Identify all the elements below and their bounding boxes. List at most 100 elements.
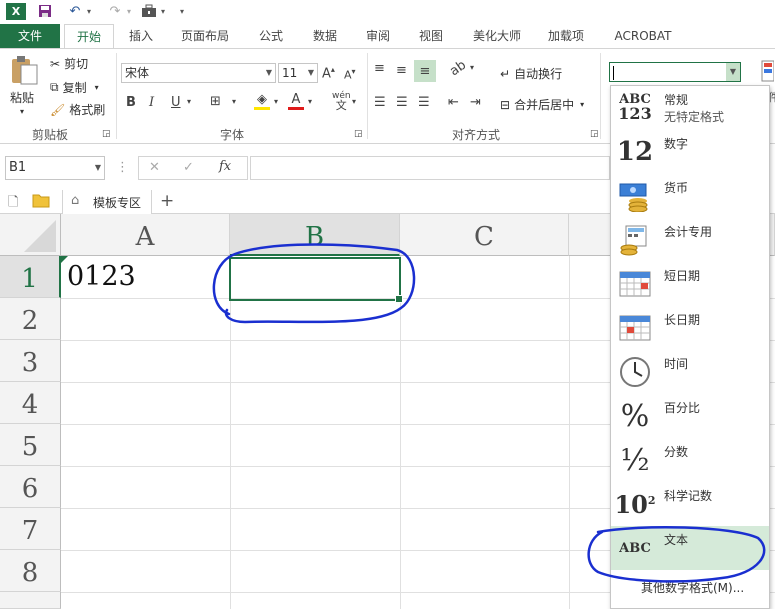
select-all-corner[interactable] [0, 214, 61, 256]
phonetic-guide-icon[interactable]: wén 文 [332, 91, 351, 112]
italic-button[interactable]: I [149, 95, 154, 110]
row-header-7[interactable]: 7 [0, 508, 61, 550]
tab-home[interactable]: 开始 [64, 24, 114, 48]
paste-button[interactable]: 粘贴 [10, 89, 34, 106]
format-option-short-date[interactable]: 短日期 [611, 262, 769, 306]
new-file-icon[interactable]: 🗋 [8, 193, 18, 215]
format-option-fraction[interactable]: ½ 分数 [611, 438, 769, 482]
bold-button[interactable]: B [126, 95, 136, 110]
save-icon[interactable] [36, 2, 54, 20]
row-header-8[interactable]: 8 [0, 550, 61, 592]
wrap-text-button[interactable]: ↵ 自动换行 [500, 65, 562, 82]
toolbox-dropdown-icon[interactable]: ▾ [158, 2, 168, 20]
format-option-long-date[interactable]: 长日期 [611, 306, 769, 350]
format-option-general[interactable]: ABC 123 常规 无特定格式 [611, 86, 769, 130]
merge-center-button[interactable]: ⊟ 合并后居中 ▾ [500, 96, 584, 113]
formula-input[interactable] [250, 156, 610, 180]
customize-qat-icon[interactable]: ▾ [176, 2, 188, 20]
toolbox-icon[interactable] [140, 2, 158, 20]
font-launcher-icon[interactable]: ◲ [354, 129, 363, 139]
border-dropdown-icon[interactable]: ▾ [232, 97, 236, 106]
grow-font-button[interactable]: A▴ [322, 65, 335, 81]
phonetic-dropdown-icon[interactable]: ▾ [352, 97, 356, 106]
redo-dropdown-icon[interactable]: ▾ [124, 2, 134, 20]
copy-button[interactable]: ⧉ 复制 ▾ [50, 79, 99, 96]
quick-access-toolbar: X ↶ ▾ ↷ ▾ ▾ ▾ [0, 0, 775, 24]
paste-dropdown-icon[interactable]: ▾ [20, 107, 24, 116]
format-option-number[interactable]: 12 数字 [611, 130, 769, 174]
underline-button[interactable]: U [171, 95, 181, 110]
fill-color-icon[interactable]: ◈ [254, 93, 270, 110]
more-options-icon[interactable]: ⋮ [116, 160, 129, 175]
chevron-down-icon[interactable]: ▼ [726, 63, 740, 81]
format-option-time[interactable]: 时间 [611, 350, 769, 394]
excel-icon[interactable]: X [6, 3, 26, 20]
merge-dropdown-icon[interactable]: ▾ [580, 100, 584, 109]
redo-icon[interactable]: ↷ [106, 2, 124, 20]
tab-acrobat[interactable]: ACROBAT [606, 24, 680, 48]
tab-addins[interactable]: 加载项 [538, 24, 594, 48]
increase-indent-icon[interactable]: ⇥ [470, 95, 481, 110]
gridline [569, 256, 570, 609]
align-bottom-icon[interactable]: ≡ [414, 60, 436, 82]
tab-view[interactable]: 视图 [408, 24, 454, 48]
tab-page-layout[interactable]: 页面布局 [172, 24, 238, 48]
insert-function-icon[interactable]: fx [219, 159, 231, 174]
border-icon[interactable]: ⊞ [210, 94, 221, 109]
tab-file[interactable]: 文件 [0, 24, 60, 48]
divider [367, 53, 368, 139]
undo-icon[interactable]: ↶ [66, 2, 84, 20]
tab-data[interactable]: 数据 [302, 24, 348, 48]
general-format-icon: ABC 123 [618, 92, 652, 123]
align-center-icon[interactable]: ☰ [396, 95, 408, 110]
paste-icon[interactable] [8, 55, 44, 85]
folder-icon[interactable] [32, 192, 50, 212]
number-format-combo[interactable]: ▼ [609, 62, 741, 82]
merge-icon: ⊟ [500, 97, 511, 112]
fill-color-dropdown-icon[interactable]: ▾ [274, 97, 278, 106]
align-right-icon[interactable]: ☰ [418, 95, 430, 110]
cut-button[interactable]: ✂ 剪切 [50, 55, 88, 72]
font-name-combo[interactable]: 宋体 ▼ [121, 63, 276, 83]
row-header-2[interactable]: 2 [0, 298, 61, 340]
name-box[interactable]: B1 ▼ [5, 156, 105, 180]
decrease-indent-icon[interactable]: ⇤ [448, 95, 459, 110]
font-group-label: 字体 [220, 128, 245, 142]
enter-icon[interactable]: ✓ [183, 160, 194, 175]
undo-dropdown-icon[interactable]: ▾ [84, 2, 94, 20]
row-header-3[interactable]: 3 [0, 340, 61, 382]
underline-dropdown-icon[interactable]: ▾ [187, 97, 191, 106]
align-top-icon[interactable]: ≡ [374, 61, 385, 76]
template-tab[interactable]: ⌂ 模板专区 [62, 190, 152, 214]
shrink-font-button[interactable]: A▾ [344, 67, 356, 82]
conditional-formatting-icon[interactable] [760, 59, 775, 85]
row-header-5[interactable]: 5 [0, 424, 61, 466]
align-middle-icon[interactable]: ≡ [396, 63, 407, 78]
format-option-percentage[interactable]: % 百分比 [611, 394, 769, 438]
format-painter-button[interactable]: 🖌 格式刷 [50, 101, 105, 118]
row-header-4[interactable]: 4 [0, 382, 61, 424]
copy-dropdown-icon[interactable]: ▾ [95, 83, 99, 92]
orientation-dropdown-icon[interactable]: ▾ [470, 63, 474, 72]
column-header-c[interactable]: C [400, 214, 569, 256]
alignment-launcher-icon[interactable]: ◲ [590, 129, 599, 139]
tab-insert[interactable]: 插入 [118, 24, 164, 48]
orientation-icon[interactable]: ab [447, 58, 469, 80]
tab-beautify-master[interactable]: 美化大师 [464, 24, 530, 48]
row-header-1[interactable]: 1 [0, 256, 61, 298]
font-color-icon[interactable]: A [288, 93, 304, 110]
format-option-accounting[interactable]: 会计专用 [611, 218, 769, 262]
accounting-format-icon [615, 222, 655, 258]
font-color-dropdown-icon[interactable]: ▾ [308, 97, 312, 106]
row-header-9[interactable] [0, 592, 61, 609]
align-left-icon[interactable]: ☰ [374, 95, 386, 110]
clipboard-launcher-icon[interactable]: ◲ [102, 129, 111, 139]
row-header-6[interactable]: 6 [0, 466, 61, 508]
cancel-icon[interactable]: ✕ [149, 160, 160, 175]
chevron-down-icon: ▼ [307, 68, 315, 77]
add-tab-button[interactable]: + [160, 191, 174, 211]
font-size-combo[interactable]: 11 ▼ [278, 63, 318, 83]
format-option-currency[interactable]: 货币 [611, 174, 769, 218]
tab-review[interactable]: 审阅 [355, 24, 401, 48]
tab-formulas[interactable]: 公式 [248, 24, 294, 48]
